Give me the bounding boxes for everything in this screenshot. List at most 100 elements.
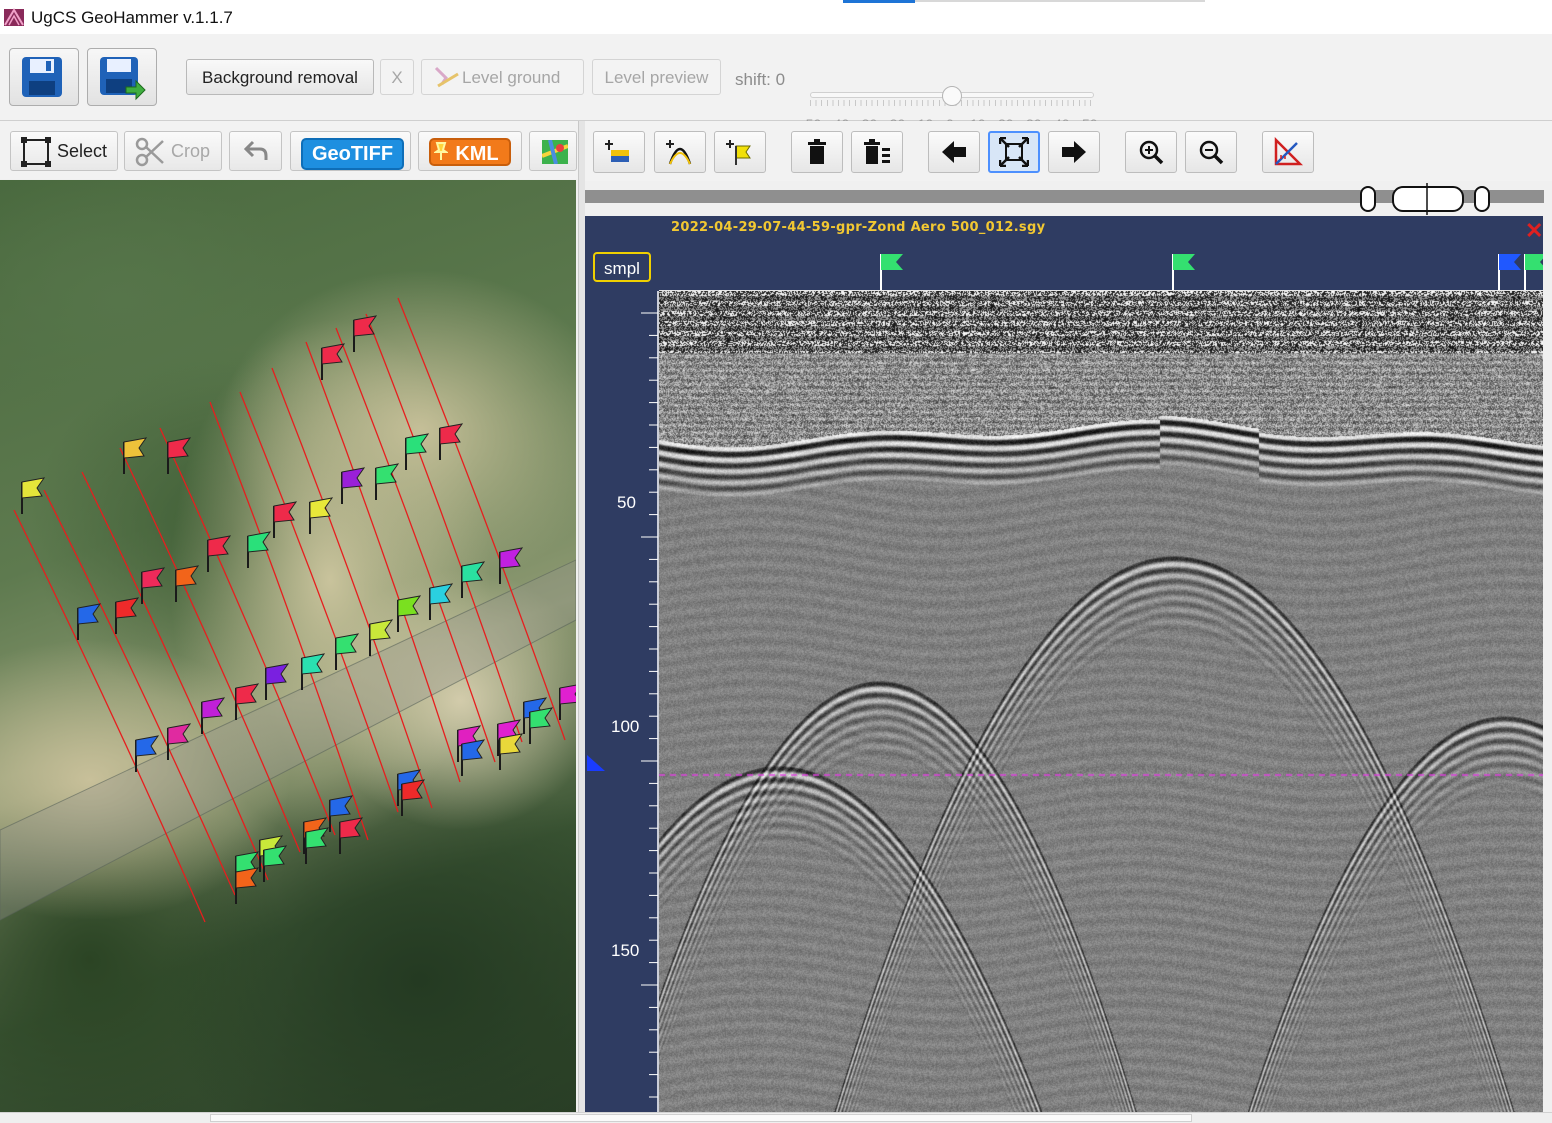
add-flag-button[interactable] — [714, 131, 766, 173]
zoom-out-button[interactable] — [1185, 131, 1237, 173]
delete-all-icon — [864, 139, 890, 164]
level-marker-icon[interactable] — [585, 753, 607, 773]
map-layer-button[interactable] — [529, 131, 577, 171]
y-tick-label: 100 — [611, 717, 640, 736]
title-bar: UgCS GeoHammer v.1.1.7 — [0, 0, 1552, 34]
map-flag-icon[interactable] — [353, 315, 378, 352]
map-flag-icon[interactable] — [273, 501, 298, 538]
map-flag-icon[interactable] — [309, 497, 334, 534]
geotiff-button[interactable]: GeoTIFF — [290, 131, 411, 171]
crop-button[interactable]: Crop — [124, 131, 222, 171]
map-view[interactable] — [0, 180, 576, 1112]
map-flag-icon[interactable] — [207, 535, 232, 572]
y-tick-label: 50 — [617, 493, 636, 512]
map-flag-icon[interactable] — [235, 867, 260, 904]
tab-strip — [915, 0, 1205, 2]
zoom-out-icon — [1199, 140, 1224, 165]
axis-ticks — [641, 291, 659, 1113]
map-flag-icon[interactable] — [529, 707, 554, 744]
crop-label: Crop — [171, 141, 211, 161]
scissors-icon — [135, 137, 164, 167]
save-button[interactable] — [9, 48, 79, 106]
previous-button[interactable] — [928, 131, 980, 173]
radargram-image[interactable] — [659, 291, 1543, 1113]
main-toolbar: Background removal X Level ground Level … — [0, 34, 1552, 132]
window-title: UgCS GeoHammer v.1.1.7 — [31, 8, 233, 27]
map-flag-icon[interactable] — [21, 477, 46, 514]
map-flag-icon[interactable] — [115, 597, 140, 634]
map-flag-icon[interactable] — [559, 684, 576, 720]
geotiff-label: GeoTIFF — [301, 138, 404, 170]
delete-icon — [808, 139, 826, 164]
radar-toolbar — [584, 121, 1552, 181]
hyperbola-button[interactable] — [654, 131, 706, 173]
map-flag-icon[interactable] — [305, 827, 330, 864]
background-removal-button[interactable]: Background removal — [186, 59, 374, 95]
measure-icon — [1274, 137, 1303, 166]
trace-flag-icon[interactable] — [880, 254, 903, 290]
slider-thumb[interactable] — [942, 86, 962, 106]
map-flag-icon[interactable] — [123, 437, 148, 474]
map-flag-icon[interactable] — [439, 423, 464, 460]
unit-toggle-button[interactable]: smpl — [593, 252, 651, 282]
select-icon — [21, 137, 51, 167]
delete-all-button[interactable] — [851, 131, 903, 173]
map-flag-icon[interactable] — [141, 567, 166, 604]
map-flag-icon[interactable] — [499, 547, 524, 584]
map-flag-icon[interactable] — [405, 433, 430, 470]
add-marker-icon — [605, 140, 629, 162]
select-label: Select — [57, 141, 108, 161]
map-flag-icon[interactable] — [247, 531, 272, 568]
radargram-view: 2022-04-29-07-44-59-gpr-Zond Aero 500_01… — [585, 181, 1552, 1122]
map-flag-icon[interactable] — [461, 561, 486, 598]
radargram-canvas[interactable] — [659, 291, 1543, 1113]
map-overlay — [0, 297, 576, 923]
map-flag-icon[interactable] — [401, 779, 426, 816]
add-marker-button[interactable] — [593, 131, 645, 173]
zoom-in-button[interactable] — [1125, 131, 1177, 173]
save-as-button[interactable] — [87, 48, 157, 106]
map-flag-icon[interactable] — [429, 583, 454, 620]
scroll-window-control[interactable] — [1355, 183, 1495, 215]
flag-icon — [726, 140, 751, 165]
bottom-scrollbar[interactable] — [210, 1114, 1192, 1122]
level-ground-button[interactable]: Level ground — [421, 59, 584, 95]
radargram-panel: 2022-04-29-07-44-59-gpr-Zond Aero 500_01… — [585, 216, 1543, 1113]
map-flag-icon[interactable] — [263, 845, 288, 882]
map-flag-icon[interactable] — [375, 463, 400, 500]
hyperbola-icon — [666, 140, 692, 165]
select-button[interactable]: Select — [10, 131, 118, 171]
save-as-icon — [100, 57, 146, 101]
map-toolbar: Select Crop GeoTIFF KML — [0, 121, 580, 179]
zoom-in-icon — [1139, 140, 1164, 165]
trace-flag-icon[interactable] — [1524, 254, 1543, 290]
undo-icon — [244, 140, 268, 160]
trace-flags — [880, 254, 1543, 290]
close-icon[interactable]: ✕ — [1525, 218, 1543, 244]
kml-button[interactable]: KML — [418, 131, 522, 171]
arrow-right-icon — [1062, 141, 1086, 163]
trace-flag-icon[interactable] — [1498, 254, 1521, 290]
measure-button[interactable] — [1262, 131, 1314, 173]
map-flag-icon[interactable] — [321, 343, 346, 380]
next-button[interactable] — [1048, 131, 1100, 173]
map-flag-icon[interactable] — [461, 739, 486, 776]
map-flag-icon[interactable] — [499, 733, 524, 770]
level-preview-button[interactable]: Level preview — [592, 59, 721, 95]
map-flag-icon[interactable] — [341, 467, 366, 504]
arrow-left-icon — [942, 141, 966, 163]
fit-view-button[interactable] — [988, 131, 1040, 173]
map-flag-icon[interactable] — [77, 603, 102, 640]
shift-label: shift: 0 — [735, 70, 786, 89]
map-flag-icon[interactable] — [339, 817, 364, 854]
remove-filter-button[interactable]: X — [380, 59, 414, 95]
y-tick-label: 150 — [611, 941, 640, 960]
delete-button[interactable] — [791, 131, 843, 173]
pin-icon — [434, 142, 448, 160]
undo-button[interactable] — [229, 131, 282, 171]
level-ground-label: Level ground — [462, 68, 561, 87]
panel-splitter[interactable] — [578, 121, 585, 1122]
map-flag-icon[interactable] — [175, 565, 200, 602]
fit-view-icon — [999, 137, 1029, 167]
trace-flag-icon[interactable] — [1172, 254, 1195, 290]
